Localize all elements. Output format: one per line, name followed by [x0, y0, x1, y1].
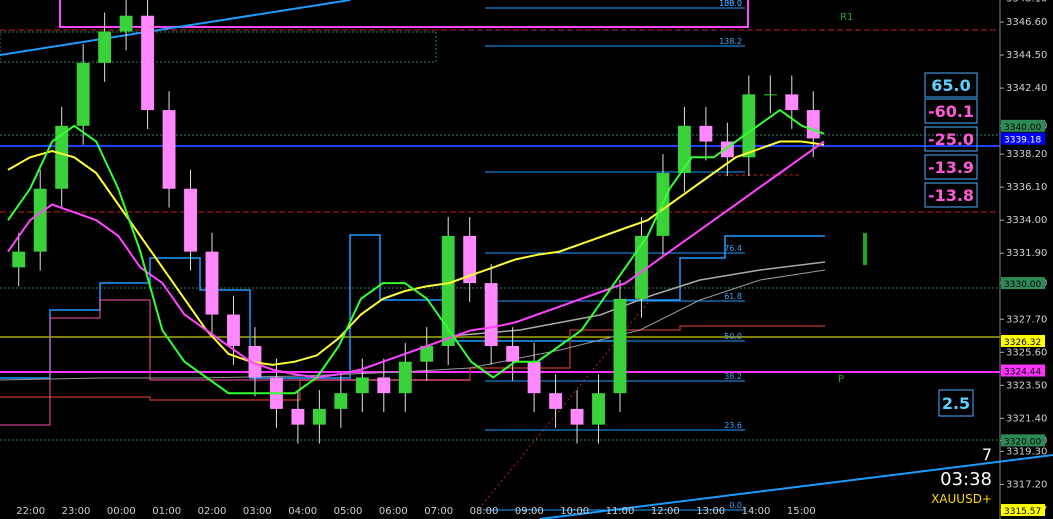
- magenta-zone-box: [59, 0, 749, 28]
- x-tick-label: 15:00: [787, 506, 816, 517]
- candles: [12, 0, 820, 444]
- y-tick-label: 3319.30: [1006, 446, 1047, 457]
- fib-label: 76.4: [724, 244, 742, 253]
- side-boxes: 65.0 -60.1 -25.0 -13.9 -13.8 2.5: [924, 72, 978, 417]
- fib-label: 23.6: [724, 421, 742, 430]
- x-tick-label: 14:00: [742, 506, 771, 517]
- fib-label: 0.0: [729, 501, 742, 510]
- candle-body: [763, 94, 777, 96]
- side-box-value: -13.8: [928, 186, 974, 205]
- candle-body: [742, 94, 756, 158]
- y-tick-label: 3348.10: [1006, 0, 1047, 4]
- candle-body: [119, 15, 133, 32]
- gray-ma-line-2: [0, 269, 826, 381]
- x-tick-label: 22:00: [16, 506, 45, 517]
- x-tick-label: 04:00: [288, 506, 317, 517]
- blue-step-line: [0, 234, 825, 379]
- candle-body: [527, 361, 541, 394]
- x-tick-label: 08:00: [470, 506, 499, 517]
- x-tick-label: 10:00: [560, 506, 589, 517]
- symbol-label: XAUUSD+: [931, 492, 992, 506]
- fib-levels: [485, 7, 745, 511]
- candle-body: [312, 408, 326, 425]
- fib-label: 138.2: [719, 37, 742, 46]
- price-tag-label: 3324.44: [1004, 368, 1041, 378]
- x-tick-label: 13:00: [696, 506, 725, 517]
- candle-body: [613, 298, 627, 394]
- x-tick-label: 09:00: [515, 506, 544, 517]
- y-tick-label: 3327.70: [1006, 314, 1047, 325]
- y-tick-label: 3344.50: [1006, 50, 1047, 61]
- price-chart[interactable]: 3348.10 3346.60 3344.50 3342.40 3340.00 3338.…: [0, 0, 1053, 519]
- y-tick-label: 3342.40: [1006, 83, 1047, 94]
- green-zone-box: [0, 31, 437, 63]
- y-tick-label: 3321.40: [1006, 413, 1047, 424]
- price-tag-label: 3340.00: [1004, 123, 1041, 133]
- x-axis: 22:00 23:00 00:00 01:00 02:00 03:00 04:00 05:00…: [16, 506, 815, 517]
- x-tick-label: 01:00: [152, 506, 181, 517]
- candle-body: [76, 62, 90, 126]
- x-tick-label: 05:00: [334, 506, 363, 517]
- fib-labels: 138.2100.076.461.850.038.223.60.0138.0: [719, 0, 742, 510]
- x-tick-label: 02:00: [198, 506, 227, 517]
- candle-body: [484, 283, 498, 346]
- candle-body: [549, 393, 563, 409]
- candle-body: [291, 408, 305, 425]
- series-lines: [7, 108, 825, 395]
- price-tag-label: 3339.18: [1004, 136, 1041, 146]
- side-box-value: -60.1: [928, 102, 974, 121]
- candle-body: [355, 377, 369, 394]
- x-tick-label: 11:00: [606, 506, 635, 517]
- green-signal-bar: [863, 233, 867, 265]
- candle-body: [592, 393, 605, 425]
- y-tick-label: 3331.90: [1006, 248, 1047, 259]
- x-tick-label: 06:00: [379, 506, 408, 517]
- candle-body: [699, 125, 713, 142]
- price-tag-label: 3330.00: [1004, 280, 1041, 290]
- candle-body: [227, 314, 240, 346]
- p-label: P: [838, 374, 844, 385]
- bottom-box-value: 2.5: [942, 394, 970, 413]
- candle-body: [205, 251, 219, 315]
- y-tick-label: 3334.00: [1006, 215, 1047, 226]
- candle-body: [12, 251, 26, 268]
- candle-body: [98, 31, 112, 63]
- candle-body: [33, 188, 47, 252]
- fib-label: 61.8: [724, 292, 742, 301]
- y-tick-label: 3336.10: [1006, 182, 1047, 193]
- side-box-value: -13.9: [928, 158, 974, 177]
- candle-body: [162, 110, 176, 189]
- candle-body: [377, 377, 391, 394]
- price-tag-label: 3320.00: [1004, 437, 1041, 447]
- candle-body: [506, 346, 520, 362]
- candle-body: [184, 188, 197, 252]
- y-tick-label: 3346.60: [1006, 17, 1047, 28]
- indicator-line: [7, 140, 825, 379]
- y-tick-label: 3323.50: [1006, 380, 1047, 391]
- y-tick-label: 3325.60: [1006, 347, 1047, 358]
- fib-label: 50.0: [724, 332, 742, 341]
- y-tick-label: 3317.20: [1006, 479, 1047, 490]
- side-box-value: -25.0: [928, 130, 974, 149]
- x-tick-label: 00:00: [107, 506, 136, 517]
- x-tick-label: 07:00: [424, 506, 453, 517]
- price-tag-label: 3326.32: [1004, 338, 1041, 348]
- side-box-value: 65.0: [931, 76, 970, 95]
- candle-body: [570, 408, 584, 425]
- fib-label: 138.0: [719, 0, 742, 8]
- timer-top: 7: [982, 445, 992, 464]
- candle-body: [398, 361, 412, 394]
- y-tick-label: 3338.20: [1006, 149, 1047, 160]
- candle-body: [334, 393, 348, 409]
- x-tick-label: 03:00: [243, 506, 272, 517]
- x-tick-label: 12:00: [651, 506, 680, 517]
- candle-body: [785, 94, 799, 111]
- price-tag-label: 3315.57: [1004, 507, 1041, 517]
- x-tick-label: 23:00: [62, 506, 91, 517]
- r1-label: R1: [840, 12, 853, 23]
- candle-body: [141, 15, 155, 111]
- candle-body: [806, 110, 820, 139]
- timer-countdown: 03:38: [940, 469, 992, 490]
- fib-label: 38.2: [724, 372, 742, 381]
